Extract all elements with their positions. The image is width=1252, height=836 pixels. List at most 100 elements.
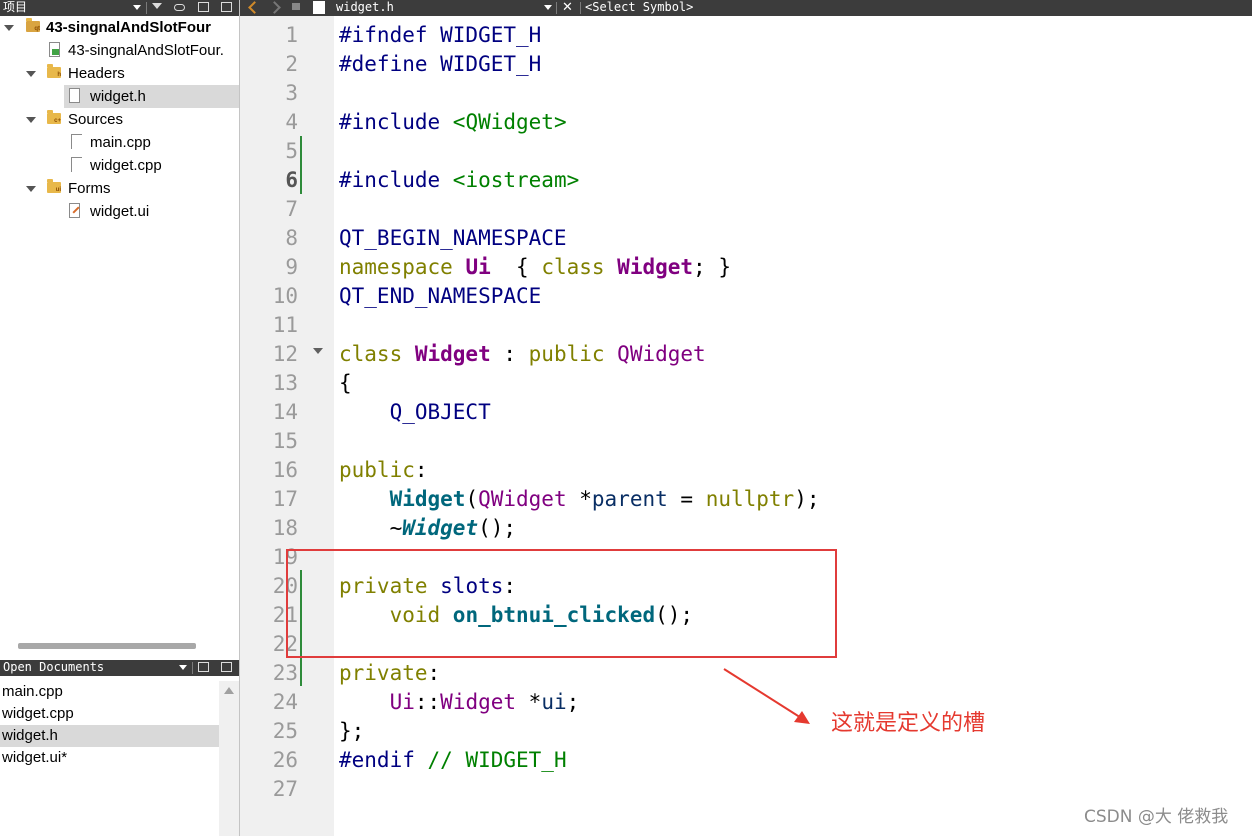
tree-item-widget-cpp[interactable]: widget.cpp — [0, 154, 239, 177]
code-line: class Widget : public QWidget — [339, 340, 706, 369]
tree-item-pro-file[interactable]: 43-singnalAndSlotFour. — [0, 39, 239, 62]
code-token: #define WIDGET_H — [339, 52, 542, 76]
code-token: = — [667, 487, 706, 511]
editor-filename[interactable]: widget.h — [336, 0, 394, 15]
code-token: ( — [465, 487, 479, 511]
code-token: QWidget — [617, 342, 706, 366]
tree-item-forms[interactable]: ui Forms — [0, 177, 239, 200]
chevron-down-icon[interactable] — [4, 25, 14, 31]
code-token: Widget — [389, 487, 466, 511]
code-token: Widget — [414, 342, 491, 366]
code-token: : — [490, 342, 529, 366]
line-number: 15 — [272, 429, 298, 453]
panel-selector-dropdown-icon[interactable] — [133, 5, 141, 10]
editor-toolbar: widget.h ✕ <Select Symbol> — [240, 0, 1252, 16]
code-token: * — [516, 690, 542, 714]
line-number: 13 — [272, 371, 298, 395]
code-token: : — [414, 458, 428, 482]
code-line: Widget(QWidget *parent = nullptr); — [339, 485, 820, 514]
vertical-scrollbar[interactable] — [219, 681, 239, 836]
line-number: 18 — [272, 516, 298, 540]
scroll-up-icon[interactable] — [224, 687, 234, 694]
symbol-selector[interactable]: <Select Symbol> — [585, 0, 693, 15]
close-panel-icon[interactable] — [221, 2, 232, 12]
pro-file-icon — [49, 42, 60, 57]
line-number: 16 — [272, 458, 298, 482]
code-token: #include — [339, 110, 453, 134]
line-number: 26 — [272, 748, 298, 772]
forward-arrow-icon[interactable] — [268, 1, 281, 14]
code-token: <iostream> — [452, 168, 580, 192]
code-token: : — [427, 661, 441, 685]
line-number: 10 — [272, 284, 298, 308]
toolbar-separator — [192, 662, 193, 674]
file-dropdown-icon[interactable] — [544, 5, 552, 10]
line-number: 2 — [285, 52, 298, 76]
code-token: }; — [339, 719, 365, 743]
toolbar-separator — [556, 2, 557, 14]
tree-item-main-cpp[interactable]: main.cpp — [0, 131, 239, 154]
code-token: QT_END_NAMESPACE — [339, 284, 542, 308]
code-token: Widget — [402, 516, 479, 540]
qt-project-icon: qt — [26, 18, 40, 32]
open-document-item[interactable]: widget.cpp — [0, 703, 219, 725]
line-number: 25 — [272, 719, 298, 743]
open-document-item-selected[interactable]: widget.h — [0, 725, 219, 747]
code-line: #endif // WIDGET_H — [339, 746, 567, 775]
project-sidebar: 项目 qt 43-singnalAndSlotFour 43-singnalAn… — [0, 0, 240, 836]
code-token: :: — [414, 690, 441, 714]
open-document-item[interactable]: widget.ui* — [0, 747, 219, 769]
code-token: * — [566, 487, 592, 511]
split-icon[interactable] — [198, 2, 209, 12]
panel-selector-dropdown-icon[interactable] — [179, 665, 187, 670]
code-token: <QWidget> — [452, 110, 567, 134]
open-documents-title: Open Documents — [3, 660, 105, 674]
code-line: QT_BEGIN_NAMESPACE — [339, 224, 567, 253]
line-number: 23 — [272, 661, 298, 685]
tree-item-sources[interactable]: c+ Sources — [0, 108, 239, 131]
tree-item-label: 43-singnalAndSlotFour — [46, 19, 211, 36]
project-toolbar: 项目 — [0, 0, 239, 16]
tree-item-headers[interactable]: h Headers — [0, 62, 239, 85]
line-number: 7 — [285, 197, 298, 221]
fold-arrow-icon[interactable] — [313, 348, 323, 354]
close-document-icon[interactable]: ✕ — [562, 0, 573, 15]
line-number: 1 — [285, 23, 298, 47]
chevron-down-icon[interactable] — [26, 117, 36, 123]
highlight-box — [286, 549, 837, 658]
annotation-text: 这就是定义的槽 — [831, 711, 986, 736]
back-arrow-icon[interactable] — [248, 1, 261, 14]
code-line: #define WIDGET_H — [339, 50, 541, 79]
tree-item-label: Sources — [68, 111, 124, 128]
code-token: Widget — [440, 690, 517, 714]
split-icon[interactable] — [198, 662, 209, 672]
code-token: public — [339, 458, 415, 482]
line-number: 5 — [285, 139, 298, 163]
code-token: ; } — [693, 255, 731, 279]
chevron-down-icon[interactable] — [26, 186, 36, 192]
line-number: 8 — [285, 226, 298, 250]
sources-folder-icon: c+ — [47, 110, 61, 124]
document-name: widget.cpp — [2, 705, 74, 722]
filter-icon[interactable] — [152, 3, 162, 9]
code-line: Q_OBJECT — [339, 398, 491, 427]
close-panel-icon[interactable] — [221, 662, 232, 672]
open-document-item[interactable]: main.cpp — [0, 681, 219, 703]
tree-item-project[interactable]: qt 43-singnalAndSlotFour — [0, 16, 239, 39]
code-line: }; — [339, 717, 364, 746]
horizontal-scrollbar[interactable] — [18, 643, 196, 649]
chevron-down-icon[interactable] — [26, 71, 36, 77]
code-token: QT_BEGIN_NAMESPACE — [339, 226, 567, 250]
line-number: 4 — [285, 110, 298, 134]
code-token: #ifndef WIDGET_H — [339, 23, 542, 47]
link-icon[interactable] — [174, 4, 185, 11]
tree-item-widget-ui[interactable]: widget.ui — [0, 200, 239, 223]
code-token: public — [528, 342, 618, 366]
code-line: ~Widget(); — [339, 514, 516, 543]
code-token: ui — [541, 690, 567, 714]
project-panel-title: 项目 — [3, 0, 28, 14]
code-token: parent — [591, 487, 668, 511]
tree-item-widget-h[interactable]: widget.h — [64, 85, 239, 108]
code-token: Widget — [617, 255, 694, 279]
code-token: #endif — [339, 748, 428, 772]
